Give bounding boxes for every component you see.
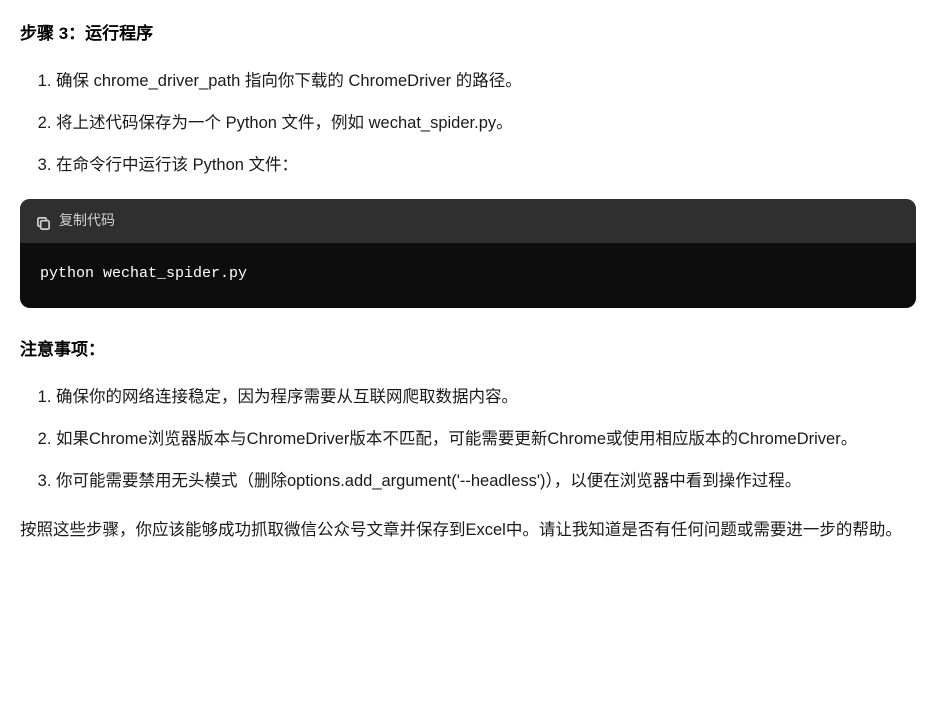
list-item: 在命令行中运行该 Python 文件：: [56, 151, 916, 179]
step3-heading: 步骤 3：运行程序: [20, 20, 916, 49]
closing-paragraph: 按照这些步骤，你应该能够成功抓取微信公众号文章并保存到Excel中。请让我知道是…: [20, 515, 916, 546]
copy-icon: [36, 213, 51, 228]
notes-list: 确保你的网络连接稳定，因为程序需要从互联网爬取数据内容。 如果Chrome浏览器…: [20, 383, 916, 495]
list-item: 你可能需要禁用无头模式（删除options.add_argument('--he…: [56, 467, 916, 495]
code-header-copy[interactable]: 复制代码: [20, 199, 916, 243]
list-item: 确保 chrome_driver_path 指向你下载的 ChromeDrive…: [56, 67, 916, 95]
list-item: 确保你的网络连接稳定，因为程序需要从互联网爬取数据内容。: [56, 383, 916, 411]
code-content: python wechat_spider.py: [20, 243, 916, 309]
list-item: 如果Chrome浏览器版本与ChromeDriver版本不匹配，可能需要更新Ch…: [56, 425, 916, 453]
code-block: 复制代码 python wechat_spider.py: [20, 199, 916, 308]
step3-list: 确保 chrome_driver_path 指向你下载的 ChromeDrive…: [20, 67, 916, 179]
list-item: 将上述代码保存为一个 Python 文件，例如 wechat_spider.py…: [56, 109, 916, 137]
notes-heading: 注意事项：: [20, 336, 916, 365]
copy-label: 复制代码: [59, 209, 115, 233]
